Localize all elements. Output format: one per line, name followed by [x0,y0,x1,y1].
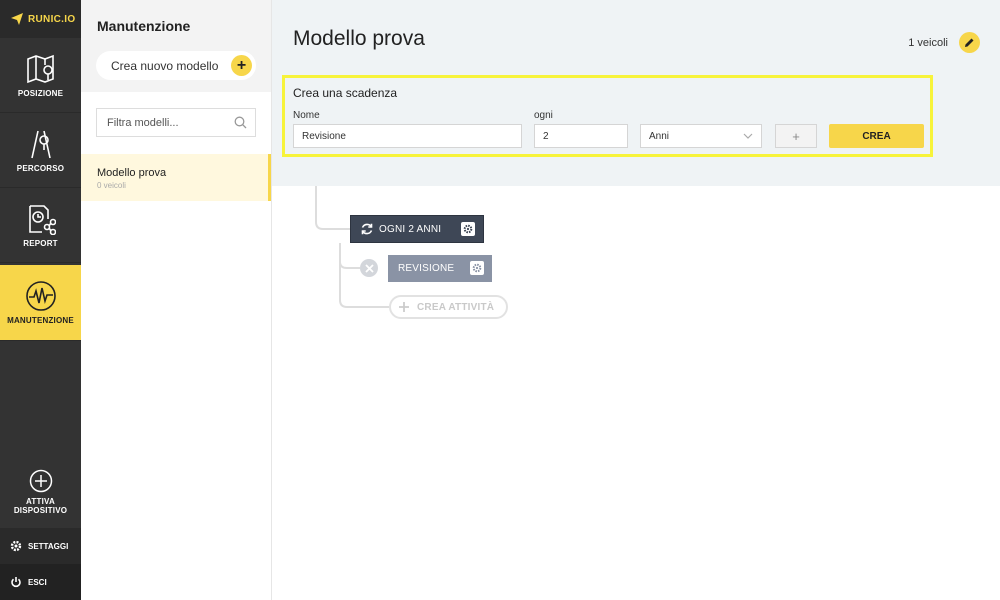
search-icon [234,116,247,129]
gear-icon[interactable] [461,222,475,236]
nav-item-percorso[interactable]: PERCORSO [0,113,81,188]
settings-button[interactable]: SETTAGGI [0,528,81,564]
gear-icon[interactable] [470,261,484,275]
plus-icon [399,302,409,312]
nav-item-posizione[interactable]: POSIZIONE [0,38,81,113]
add-button[interactable]: + [775,124,817,148]
pencil-icon [965,38,974,47]
create-button[interactable]: CREA [829,124,924,148]
plus-icon: + [231,55,252,76]
arrow-logo-icon [11,13,23,25]
panel-title: Manutenzione [97,18,191,34]
name-label: Nome [293,110,320,121]
close-icon [364,263,374,273]
nav-item-report[interactable]: REPORT [0,188,81,263]
nav-item-manutenzione[interactable]: MANUTENZIONE [0,265,81,341]
gear-icon [10,540,22,552]
page-title: Modello prova [293,27,425,50]
unit-select[interactable]: Anni [640,124,762,148]
map-icon [26,54,54,83]
brand-name: RUNIC.IO [28,13,76,25]
power-icon [11,577,21,588]
filter-models-input[interactable]: Filtra modelli... [96,108,256,137]
brand-logo[interactable]: RUNIC.IO [0,0,81,38]
create-deadline-form: Crea una scadenza Nome Revisione ogni 2 … [282,75,933,157]
refresh-icon [361,223,373,235]
model-vehicle-count: 0 veicoli [97,181,126,190]
create-task-button[interactable]: CREA ATTIVITÀ [389,295,508,319]
model-name: Modello prova [97,167,167,179]
add-circle-icon [29,469,52,493]
logout-button[interactable]: ESCI [0,564,81,600]
every-input[interactable]: 2 [534,124,628,148]
form-title: Crea una scadenza [293,86,398,100]
chevron-down-icon [743,133,753,139]
name-input[interactable]: Revisione [293,124,522,148]
task-node[interactable]: REVISIONE [388,255,492,282]
activate-device-button[interactable]: ATTIVA DISPOSITIVO [0,458,81,526]
route-icon [30,130,51,158]
maintenance-icon [25,281,56,311]
new-model-button[interactable]: Crea nuovo modello + [96,51,256,80]
every-label: ogni [534,110,553,121]
vehicle-count[interactable]: 1 veicoli [908,37,948,49]
interval-node[interactable]: OGNI 2 ANNI [350,215,484,243]
report-icon [28,204,56,235]
model-list-item[interactable]: Modello prova 0 veicoli [81,154,271,201]
edit-button[interactable] [959,32,980,53]
models-panel: Manutenzione Crea nuovo modello + Filtra… [81,0,272,600]
main-nav: RUNIC.IO POSIZIONE PERCORSO REPORT MANUT… [0,0,81,600]
remove-task-button[interactable] [360,259,378,277]
